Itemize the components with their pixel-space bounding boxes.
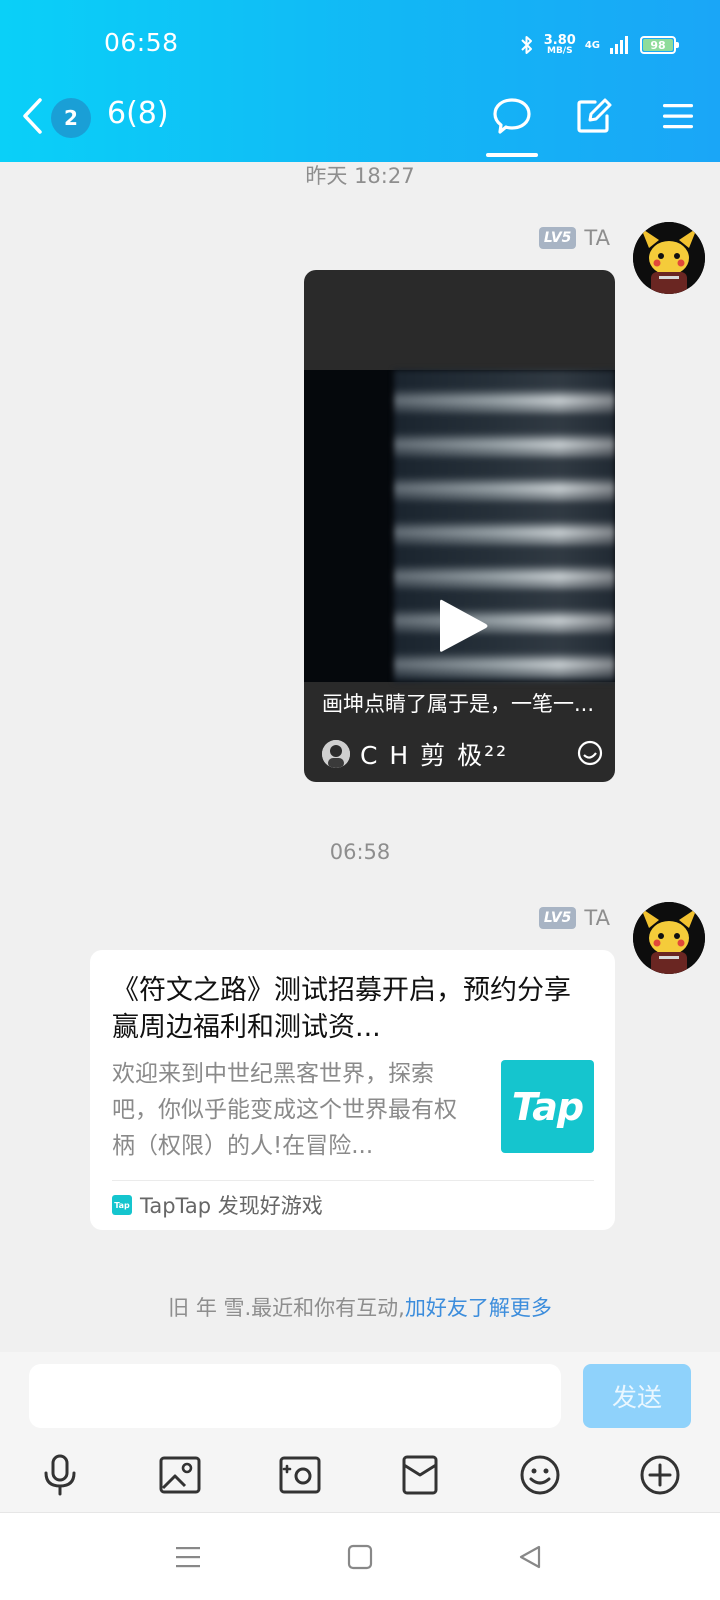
network-type: 4G: [584, 39, 600, 51]
author-avatar: [322, 740, 350, 768]
message-timestamp: 06:58: [329, 840, 391, 864]
taptap-icon: Tap: [112, 1195, 132, 1215]
taptap-logo: Tap: [501, 1060, 594, 1153]
video-app-logo-icon: [577, 740, 603, 766]
link-title: 《符文之路》测试招募开启，预约分享赢周边福利和测试资...: [112, 975, 571, 1043]
sender-name: TA: [584, 226, 610, 250]
red-packet-icon: [402, 1455, 438, 1495]
app-header: 06:58 3.80 MB/S 4G 98 2 6(8): [0, 0, 720, 162]
link-source: Tap TapTap 发现好游戏: [112, 1190, 323, 1220]
signal-icon: [610, 36, 628, 54]
image-icon: [159, 1456, 201, 1494]
tip-text: 旧 年 雪.最近和你有互动,: [168, 1296, 405, 1320]
emoji-button[interactable]: [517, 1452, 563, 1498]
sender-info: LV5 TA: [538, 226, 610, 250]
more-button[interactable]: [637, 1452, 683, 1498]
system-nav-bar: [0, 1512, 720, 1600]
avatar[interactable]: [633, 222, 705, 294]
level-badge: LV5: [538, 907, 577, 929]
status-icons: 3.80 MB/S 4G 98: [519, 30, 679, 60]
video-caption: 画坤点睛了属于是，一笔一...: [322, 692, 595, 716]
author-name: C H 剪 极²²: [360, 741, 509, 770]
sender-info: LV5 TA: [538, 906, 610, 930]
menu-button[interactable]: [656, 94, 700, 138]
edit-button[interactable]: [572, 94, 616, 138]
pikachu-avatar-icon: [633, 902, 705, 974]
voice-button[interactable]: [37, 1452, 83, 1498]
video-author: C H 剪 极²²: [322, 736, 508, 772]
battery-icon: 98: [640, 36, 679, 54]
unread-badge[interactable]: 2: [51, 98, 91, 138]
battery-level: 98: [650, 38, 666, 52]
message-input[interactable]: [29, 1364, 561, 1428]
recents-button[interactable]: [170, 1539, 206, 1575]
recents-icon: [176, 1547, 200, 1568]
edit-icon: [577, 98, 612, 133]
add-friend-tip: 旧 年 雪.最近和你有互动,加好友了解更多: [0, 1292, 720, 1322]
sender-name: TA: [584, 906, 610, 930]
emoji-icon: [520, 1455, 560, 1495]
chat-bubble-icon: [493, 98, 531, 134]
level-badge: LV5: [538, 227, 577, 249]
chat-title: 6(8): [107, 96, 169, 131]
composer: 发送: [0, 1352, 720, 1512]
pikachu-avatar-icon: [633, 222, 705, 294]
message-timestamp: 昨天 18:27: [305, 164, 415, 188]
home-icon: [347, 1544, 373, 1570]
send-button[interactable]: 发送: [583, 1364, 691, 1428]
video-message-card[interactable]: 画坤点睛了属于是，一笔一... C H 剪 极²²: [304, 270, 615, 782]
source-name: TapTap 发现好游戏: [140, 1194, 323, 1218]
link-description: 欢迎来到中世纪黑客世界，探索吧，你似乎能变成这个世界最有权柄（权限）的人!在冒险…: [112, 1061, 457, 1159]
back-nav-button[interactable]: [512, 1539, 548, 1575]
play-icon[interactable]: [434, 596, 492, 656]
network-speed: 3.80 MB/S: [543, 33, 576, 56]
avatar[interactable]: [633, 902, 705, 974]
back-chevron-icon: [23, 98, 42, 134]
bluetooth-icon: [521, 36, 532, 54]
status-time: 06:58: [104, 28, 179, 57]
back-triangle-icon: [519, 1545, 541, 1569]
chat-tab-button[interactable]: [490, 94, 534, 138]
back-button[interactable]: [20, 94, 50, 138]
camera-button[interactable]: [277, 1452, 323, 1498]
plus-icon: [640, 1455, 680, 1495]
menu-icon: [663, 104, 693, 129]
home-button[interactable]: [342, 1539, 378, 1575]
camera-icon: [279, 1456, 321, 1494]
divider: [112, 1180, 594, 1181]
video-thumbnail[interactable]: [304, 370, 615, 682]
photo-button[interactable]: [157, 1452, 203, 1498]
active-tab-indicator: [486, 153, 538, 157]
shared-link-card[interactable]: 《符文之路》测试招募开启，预约分享赢周边福利和测试资... 欢迎来到中世纪黑客世…: [90, 950, 615, 1230]
red-packet-button[interactable]: [397, 1452, 443, 1498]
microphone-icon: [44, 1454, 76, 1496]
add-friend-link[interactable]: 加好友了解更多: [405, 1296, 552, 1320]
